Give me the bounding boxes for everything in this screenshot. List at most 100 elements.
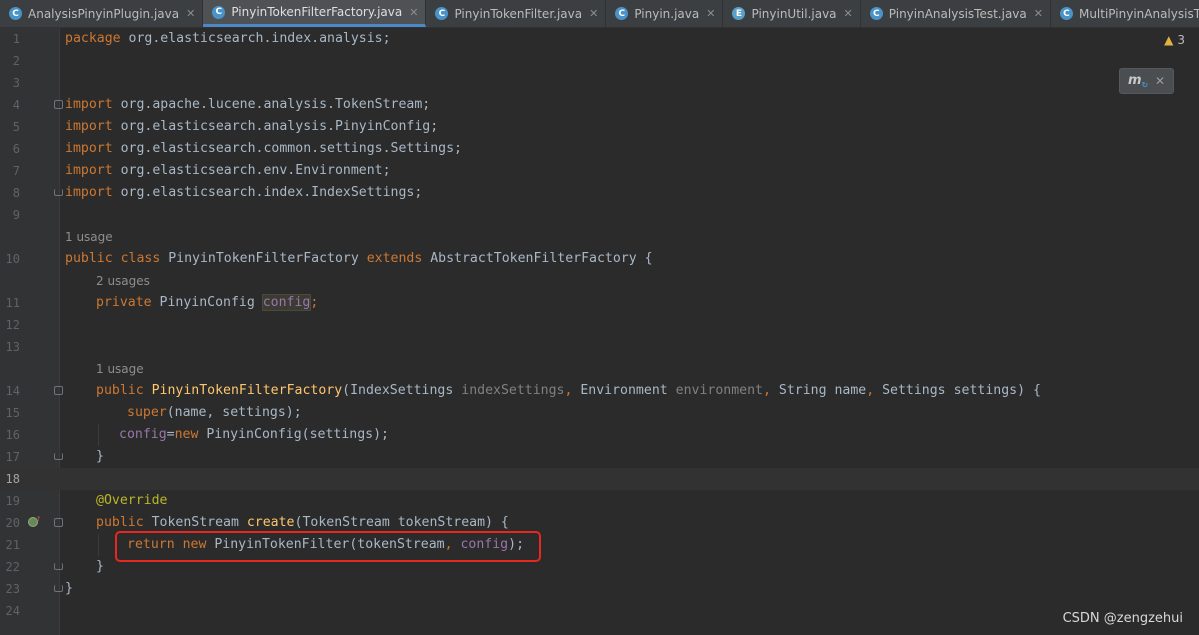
line-number: 15: [5, 406, 20, 420]
class-icon: C: [9, 7, 22, 20]
usage-hint[interactable]: 1 usage: [96, 358, 144, 380]
code-text: public class PinyinTokenFilterFactory ex…: [65, 251, 653, 266]
usage-hint[interactable]: 1 usage: [65, 226, 113, 248]
inspection-widget[interactable]: ▲ 3: [1164, 32, 1185, 48]
fold-toggle-icon[interactable]: [54, 100, 63, 109]
code-line-15[interactable]: 15 super(name, settings);: [0, 402, 1199, 424]
close-icon[interactable]: ✕: [844, 7, 853, 20]
warning-triangle-icon: ▲: [1164, 33, 1174, 47]
line-number: 9: [12, 208, 20, 222]
fold-toggle-icon[interactable]: [54, 453, 63, 460]
line-number: 14: [5, 384, 20, 398]
code-text: }: [96, 449, 104, 464]
line-number: 12: [5, 318, 20, 332]
code-line-4[interactable]: 4 import org.apache.lucene.analysis.Toke…: [0, 94, 1199, 116]
line-number: 17: [5, 450, 20, 464]
code-line-24[interactable]: 24: [0, 600, 1199, 622]
maven-reload-popup: m↻ ✕: [1119, 68, 1174, 94]
code-line-3[interactable]: 3: [0, 72, 1199, 94]
code-line-9[interactable]: 9: [0, 204, 1199, 226]
tab-label: PinyinUtil.java: [751, 6, 837, 21]
enum-icon: E: [732, 7, 746, 20]
code-line-1[interactable]: 1 package org.elasticsearch.index.analys…: [0, 28, 1199, 50]
code-text: config=new PinyinConfig(settings);: [119, 427, 389, 442]
test-class-icon: C: [869, 7, 883, 20]
line-number: 7: [12, 164, 20, 178]
usage-hint[interactable]: 2 usages: [96, 270, 150, 292]
line-number: 4: [12, 98, 20, 112]
line-number: 22: [5, 560, 20, 574]
editor-tab-bar: C AnalysisPinyinPlugin.java ✕ C PinyinTo…: [0, 0, 1199, 28]
code-line-19[interactable]: 19 @Override: [0, 490, 1199, 512]
code-text: import org.elasticsearch.common.settings…: [65, 141, 462, 156]
tab-pinyin-util[interactable]: E PinyinUtil.java ✕: [723, 0, 861, 27]
close-icon[interactable]: ✕: [1034, 7, 1043, 20]
code-text: super(name, settings);: [127, 405, 302, 420]
line-number: 13: [5, 340, 20, 354]
line-number: 24: [5, 604, 20, 618]
tab-pinyin-analysis-test[interactable]: C PinyinAnalysisTest.java ✕: [861, 0, 1051, 27]
maven-reload-icon[interactable]: m↻: [1128, 73, 1148, 90]
tab-analysis-pinyin-plugin[interactable]: C AnalysisPinyinPlugin.java ✕: [0, 0, 204, 27]
line-number: 3: [12, 76, 20, 90]
code-text: import org.elasticsearch.index.IndexSett…: [65, 185, 423, 200]
code-line-8[interactable]: 8 import org.elasticsearch.index.IndexSe…: [0, 182, 1199, 204]
code-line-16[interactable]: 16 config=new PinyinConfig(settings);: [0, 424, 1199, 446]
line-number: 23: [5, 582, 20, 596]
code-line-7[interactable]: 7 import org.elasticsearch.env.Environme…: [0, 160, 1199, 182]
line-number: 2: [12, 54, 20, 68]
fold-toggle-icon[interactable]: [54, 585, 63, 592]
code-line-14[interactable]: 14 public PinyinTokenFilterFactory(Index…: [0, 380, 1199, 402]
line-number: 16: [5, 428, 20, 442]
tab-label: PinyinTokenFilter.java: [454, 6, 583, 21]
close-icon[interactable]: ✕: [706, 7, 715, 20]
code-line-12[interactable]: 12: [0, 314, 1199, 336]
line-number: 6: [12, 142, 20, 156]
code-line-13[interactable]: 13: [0, 336, 1199, 358]
code-line-18[interactable]: 18: [0, 468, 1199, 490]
tab-label: PinyinTokenFilterFactory.java: [231, 5, 403, 19]
fold-toggle-icon[interactable]: [54, 386, 63, 395]
close-icon[interactable]: ✕: [1155, 74, 1165, 88]
code-line-5[interactable]: 5 import org.elasticsearch.analysis.Piny…: [0, 116, 1199, 138]
fold-toggle-icon[interactable]: [54, 563, 63, 570]
class-icon: C: [435, 7, 449, 20]
tab-label: PinyinAnalysisTest.java: [888, 6, 1027, 21]
code-line-23[interactable]: 23 }: [0, 578, 1199, 600]
code-line-11[interactable]: 11 private PinyinConfig config;: [0, 292, 1199, 314]
code-text: import org.elasticsearch.analysis.Pinyin…: [65, 119, 439, 134]
tab-label: AnalysisPinyinPlugin.java: [28, 6, 180, 21]
tab-pinyin[interactable]: C Pinyin.java ✕: [606, 0, 724, 27]
tab-pinyin-token-filter-factory[interactable]: C PinyinTokenFilterFactory.java ✕: [203, 0, 427, 27]
code-text: }: [65, 581, 73, 596]
close-icon[interactable]: ✕: [186, 7, 195, 20]
class-icon: C: [212, 5, 226, 19]
line-number: 20: [5, 516, 20, 530]
test-class-icon: C: [1059, 7, 1073, 20]
code-line-17[interactable]: 17 }: [0, 446, 1199, 468]
tab-label: Pinyin.java: [634, 6, 700, 21]
close-icon[interactable]: ✕: [409, 6, 418, 19]
close-icon[interactable]: ✕: [589, 7, 598, 20]
code-line-6[interactable]: 6 import org.elasticsearch.common.settin…: [0, 138, 1199, 160]
code-text: }: [96, 559, 104, 574]
tab-pinyin-token-filter[interactable]: C PinyinTokenFilter.java ✕: [426, 0, 607, 27]
line-number: 10: [5, 252, 20, 266]
line-number: 19: [5, 494, 20, 508]
code-text: import org.apache.lucene.analysis.TokenS…: [65, 97, 431, 112]
tab-label: MultiPinyinAnalysisTest.java: [1078, 6, 1199, 21]
line-number: 5: [12, 120, 20, 134]
fold-toggle-icon[interactable]: [54, 518, 63, 527]
line-number: 21: [5, 538, 20, 552]
override-arrow-icon: ↑: [36, 514, 42, 524]
highlight-box: [115, 531, 541, 562]
tab-multi-pinyin-analysis-test[interactable]: C MultiPinyinAnalysisTest.java ✕: [1051, 0, 1199, 27]
class-icon: C: [615, 7, 629, 20]
line-number: 1: [12, 32, 20, 46]
watermark: CSDN @zengzehui: [1062, 611, 1183, 626]
fold-toggle-icon[interactable]: [54, 189, 63, 196]
line-number: 8: [12, 186, 20, 200]
code-line-10[interactable]: 10 public class PinyinTokenFilterFactory…: [0, 248, 1199, 270]
line-number: 11: [5, 296, 20, 310]
code-line-2[interactable]: 2: [0, 50, 1199, 72]
